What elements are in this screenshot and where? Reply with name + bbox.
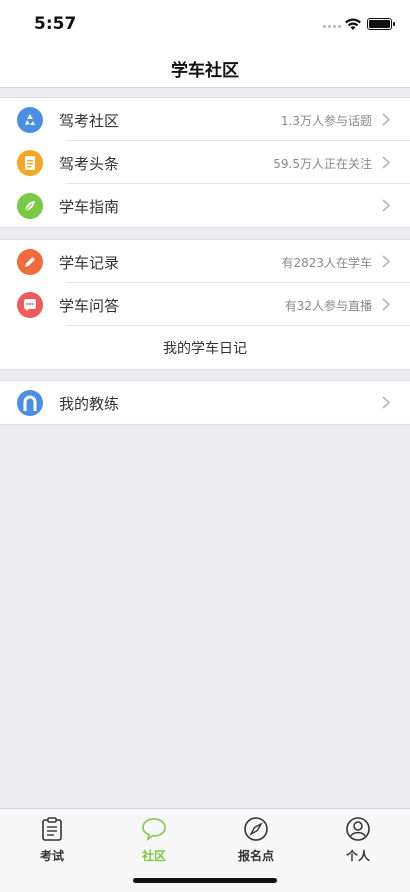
menu-item-detail: 有32人参与直播 (284, 299, 372, 313)
menu-item-driving-community[interactable]: 驾考社区 1.3万人参与话题 (0, 98, 410, 141)
chevron-right-icon (382, 199, 390, 212)
status-time: 5:57 (34, 14, 77, 34)
tab-label: 考试 (39, 849, 64, 863)
menu-item-label: 我的教练 (59, 395, 120, 413)
clipboard-icon (22, 815, 82, 843)
my-diary-label: 我的学车日记 (163, 341, 247, 357)
menu-item-label: 学车问答 (59, 297, 120, 315)
menu-item-label: 学车记录 (59, 254, 120, 272)
recycle-icon (17, 107, 43, 133)
user-icon (17, 390, 43, 416)
tab-label: 报名点 (237, 849, 274, 863)
tab-exam[interactable]: 考试 (22, 815, 82, 864)
menu-item-detail: 1.3万人参与话题 (280, 114, 372, 128)
menu-item-headlines[interactable]: 驾考头条 59.5万人正在关注 (0, 141, 410, 184)
chat-bubble-icon (17, 292, 43, 318)
cellular-signal-icon (323, 24, 343, 28)
pencil-icon (17, 249, 43, 275)
compass-icon (226, 815, 286, 843)
screen: 5:57 学车社区 驾考社区 1.3万人参与话题 驾考头条 59.5万人正在关注… (0, 0, 410, 892)
chevron-right-icon (382, 255, 390, 268)
my-diary-button[interactable]: 我的学车日记 (0, 326, 410, 369)
tab-label: 社区 (141, 849, 166, 863)
menu-group-2: 学车记录 有2823人在学车 学车问答 有32人参与直播 我的学车日记 (0, 239, 410, 370)
person-icon (328, 815, 388, 843)
top-bar: 5:57 学车社区 (0, 0, 410, 88)
menu-item-learning-record[interactable]: 学车记录 有2823人在学车 (0, 240, 410, 283)
chevron-right-icon (382, 396, 390, 409)
menu-group-1: 驾考社区 1.3万人参与话题 驾考头条 59.5万人正在关注 学车指南 (0, 97, 410, 228)
document-icon (17, 150, 43, 176)
leaf-icon (17, 193, 43, 219)
chevron-right-icon (382, 298, 390, 311)
menu-item-my-coach[interactable]: 我的教练 (0, 381, 410, 424)
menu-item-label: 学车指南 (59, 198, 120, 216)
menu-group-3: 我的教练 (0, 380, 410, 425)
menu-item-label: 驾考社区 (59, 112, 120, 130)
tab-profile[interactable]: 个人 (328, 815, 388, 864)
page-title: 学车社区 (171, 61, 239, 81)
battery-icon (367, 18, 395, 30)
menu-item-detail: 有2823人在学车 (281, 256, 372, 270)
chevron-right-icon (382, 156, 390, 169)
chevron-right-icon (382, 113, 390, 126)
menu-item-label: 驾考头条 (59, 155, 120, 173)
tab-registration[interactable]: 报名点 (226, 815, 286, 864)
wifi-icon (345, 18, 361, 30)
home-indicator (133, 878, 277, 883)
menu-item-detail: 59.5万人正在关注 (273, 157, 372, 171)
menu-item-guide[interactable]: 学车指南 (0, 184, 410, 227)
chat-icon (124, 815, 184, 843)
menu-item-qa[interactable]: 学车问答 有32人参与直播 (0, 283, 410, 326)
tab-community[interactable]: 社区 (124, 815, 184, 864)
tab-label: 个人 (345, 849, 370, 863)
